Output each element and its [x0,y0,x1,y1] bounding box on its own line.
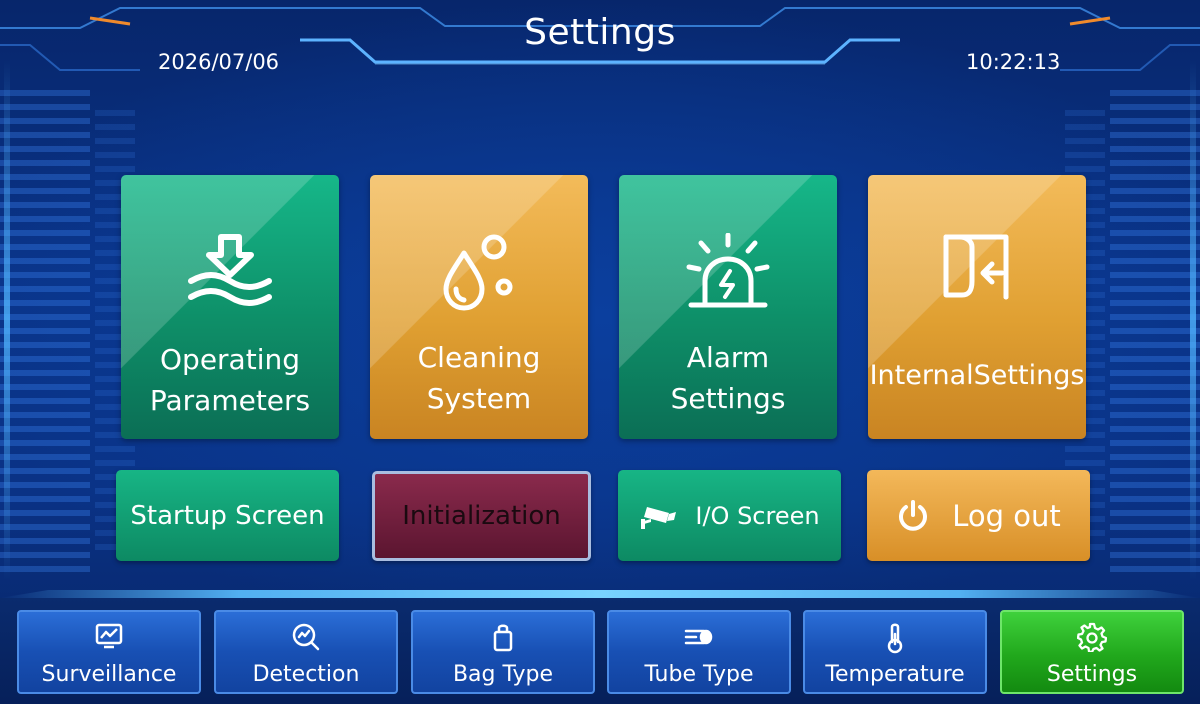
alarm-siren-icon [619,233,837,313]
nav-label: Tube Type [644,662,754,687]
cleaning-system-tile[interactable]: Cleaning System [370,175,588,439]
date-display: 2026/07/06 [158,50,280,74]
alarm-settings-tile[interactable]: Alarm Settings [619,175,837,439]
log-out-button[interactable]: Log out [867,470,1090,561]
nav-bag-type[interactable]: Bag Type [411,610,595,694]
tile-label-line2: Parameters [149,384,311,417]
tile-label: InternalSettings [869,360,1085,391]
tile-label-line1: Cleaning [417,341,541,374]
button-label: Log out [952,498,1061,533]
camera-icon [639,501,679,531]
nav-surveillance[interactable]: Surveillance [17,610,201,694]
button-label: Startup Screen [130,500,325,531]
nav-label: Surveillance [41,662,177,687]
nav-label: Bag Type [452,662,554,687]
startup-screen-button[interactable]: Startup Screen [116,470,339,561]
internal-settings-tile[interactable]: InternalSettings [868,175,1086,439]
header: Settings 2026/07/06 10:22:13 [0,0,1200,90]
bag-icon [413,622,593,652]
page-title: Settings [524,12,676,53]
background-decoration-left [0,90,90,580]
tile-label-line2: Settings [670,382,786,415]
time-display: 10:22:13 [966,50,1061,74]
button-label: I/O Screen [695,501,820,530]
monitor-chart-icon [19,622,199,652]
tile-label-line1: Alarm [686,341,770,374]
button-label: Initialization [402,501,561,531]
power-icon [896,499,930,533]
tile-label-line2: System [426,382,532,415]
initialization-button[interactable]: Initialization [372,471,591,561]
nav-tube-type[interactable]: Tube Type [607,610,791,694]
login-door-icon [868,233,1086,313]
nav-label: Temperature [825,662,965,687]
water-drops-icon [370,233,588,313]
nav-detection[interactable]: Detection [214,610,398,694]
tube-icon [609,622,789,652]
tile-label-line1: Operating [160,343,300,376]
nav-label: Detection [252,662,360,687]
gear-icon [1002,622,1182,652]
nav-temperature[interactable]: Temperature [803,610,987,694]
side-glow-left [4,60,10,580]
search-chart-icon [216,622,396,652]
io-screen-button[interactable]: I/O Screen [618,470,841,561]
background-decoration-right [1110,90,1200,580]
operating-parameters-tile[interactable]: Operating Parameters [121,175,339,439]
side-glow-right [1190,60,1196,580]
water-level-down-icon [121,233,339,313]
nav-label: Settings [1046,662,1138,687]
nav-divider [0,590,1200,598]
nav-settings[interactable]: Settings [1000,610,1184,694]
thermometer-icon [805,622,985,654]
